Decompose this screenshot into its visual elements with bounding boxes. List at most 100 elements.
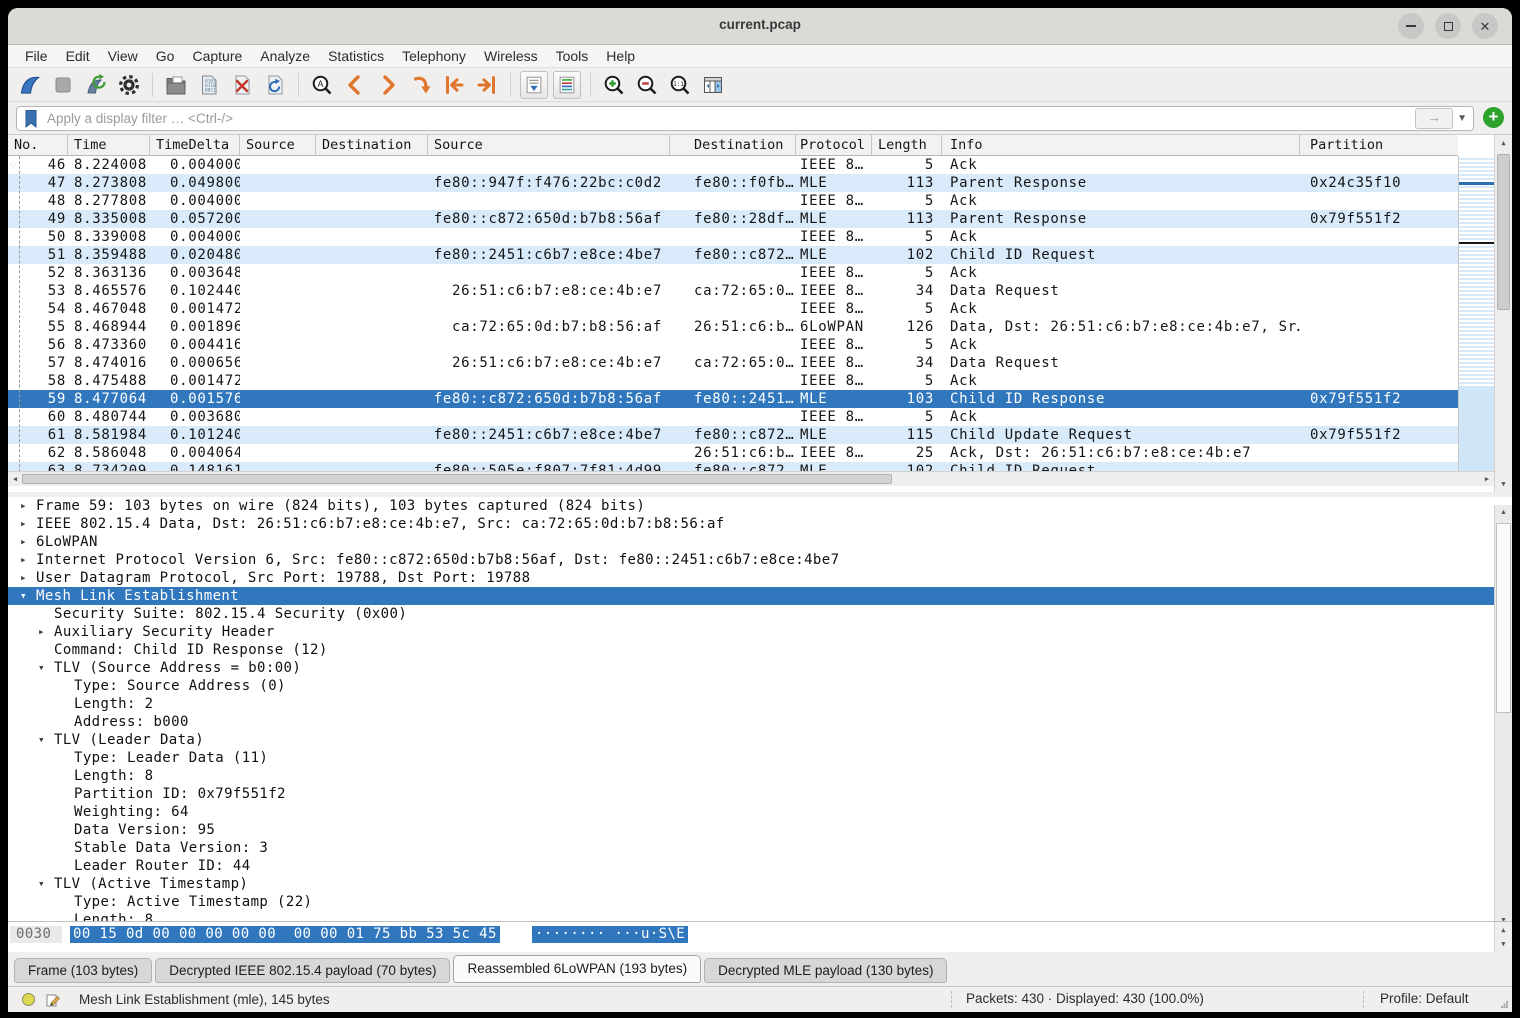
detail-line[interactable]: ▸ Auxiliary Security Header (8, 623, 1512, 641)
packet-row[interactable]: 62 8.586048 0.004064 26:51:c6:b… IEEE 8…… (8, 444, 1458, 462)
scrollbar-thumb[interactable] (22, 474, 892, 484)
scroll-down-arrow[interactable]: ▼ (1495, 936, 1512, 952)
expand-arrow-icon[interactable]: ▾ (20, 587, 34, 605)
auto-scroll-button[interactable] (520, 71, 548, 99)
minimize-button[interactable] (1398, 13, 1424, 39)
detail-line[interactable]: Type: Source Address (0) (8, 677, 1512, 695)
save-file-button[interactable]: 010101100011 (195, 71, 223, 99)
bytes-tab[interactable]: Decrypted IEEE 802.15.4 payload (70 byte… (155, 958, 450, 983)
scroll-left-arrow[interactable]: ◀ (8, 473, 22, 486)
menu-item[interactable]: Telephony (393, 45, 475, 67)
packet-row[interactable]: 52 8.363136 0.003648 IEEE 8… 5 Ack (8, 264, 1458, 282)
column-header[interactable]: Info (942, 135, 1300, 155)
close-file-button[interactable] (228, 71, 256, 99)
hex-bytes-selected[interactable]: 00 15 0d 00 00 00 00 00 00 00 01 75 bb 5… (70, 926, 500, 943)
zoom-in-button[interactable] (600, 71, 628, 99)
detail-line[interactable]: Partition ID: 0x79f551f2 (8, 785, 1512, 803)
packet-row[interactable]: 49 8.335008 0.057200 fe80::c872:650d:b7b… (8, 210, 1458, 228)
expand-arrow-icon[interactable]: ▾ (38, 731, 52, 749)
filter-dropdown-caret[interactable]: ▼ (1457, 113, 1467, 124)
expand-arrow-icon[interactable]: ▸ (20, 551, 34, 569)
scroll-up-arrow[interactable]: ▲ (1495, 135, 1512, 151)
reload-file-button[interactable] (261, 71, 289, 99)
menu-item[interactable]: Capture (183, 45, 251, 67)
last-packet-button[interactable] (473, 71, 501, 99)
scrollbar-thumb[interactable] (1496, 523, 1511, 713)
capture-comment-icon[interactable] (45, 992, 61, 1008)
detail-line[interactable]: Command: Child ID Response (12) (8, 641, 1512, 659)
bytes-tab[interactable]: Decrypted MLE payload (130 bytes) (704, 958, 947, 983)
detail-line[interactable]: Address: b000 (8, 713, 1512, 731)
menu-item[interactable]: Wireless (475, 45, 547, 67)
packet-row[interactable]: 60 8.480744 0.003680 IEEE 8… 5 Ack (8, 408, 1458, 426)
find-packet-button[interactable]: A (308, 71, 336, 99)
detail-line[interactable]: Type: Active Timestamp (22) (8, 893, 1512, 911)
scrollbar-thumb[interactable] (1497, 154, 1510, 310)
expand-arrow-icon[interactable]: ▸ (20, 497, 34, 515)
column-header[interactable]: Source (240, 135, 316, 155)
expert-info-icon[interactable] (22, 993, 35, 1006)
detail-line[interactable]: ▾ TLV (Active Timestamp) (8, 875, 1512, 893)
resize-columns-button[interactable] (699, 71, 727, 99)
maximize-button[interactable] (1435, 13, 1461, 39)
packet-row[interactable]: 53 8.465576 0.102440 26:51:c6:b7:e8:ce:4… (8, 282, 1458, 300)
go-back-button[interactable] (341, 71, 369, 99)
stop-capture-button[interactable] (49, 71, 77, 99)
packet-list-vertical-scrollbar[interactable]: ▲ ▼ (1494, 135, 1512, 492)
expand-arrow-icon[interactable]: ▾ (38, 875, 52, 893)
packet-row[interactable]: 48 8.277808 0.004000 IEEE 8… 5 Ack (8, 192, 1458, 210)
detail-line[interactable]: ▸ Internet Protocol Version 6, Src: fe80… (8, 551, 1512, 569)
detail-line[interactable]: ▸ 6LoWPAN (8, 533, 1512, 551)
column-header[interactable]: TimeDelta (150, 135, 240, 155)
zoom-original-button[interactable]: 1:1 (666, 71, 694, 99)
detail-line[interactable]: ▾ TLV (Leader Data) (8, 731, 1512, 749)
open-file-button[interactable] (162, 71, 190, 99)
expand-arrow-icon[interactable]: ▸ (38, 623, 52, 641)
close-button[interactable]: ✕ (1472, 13, 1498, 39)
packet-row[interactable]: 50 8.339008 0.004000 IEEE 8… 5 Ack (8, 228, 1458, 246)
packet-row[interactable]: ◆ 59 8.477064 0.001576 fe80::c872:650d:b… (8, 390, 1458, 408)
display-filter-input[interactable]: Apply a display filter … <Ctrl-/> → ▼ (16, 106, 1474, 131)
detail-line[interactable]: ▸ IEEE 802.15.4 Data, Dst: 26:51:c6:b7:e… (8, 515, 1512, 533)
hex-ascii-selected[interactable]: ········ ···u·S\E (532, 926, 688, 943)
column-header[interactable]: Destination (670, 135, 796, 155)
packet-row[interactable]: 58 8.475488 0.001472 IEEE 8… 5 Ack (8, 372, 1458, 390)
detail-line[interactable]: Length: 8 (8, 767, 1512, 785)
first-packet-button[interactable] (440, 71, 468, 99)
column-header[interactable]: Partition (1300, 135, 1458, 155)
detail-line[interactable]: Stable Data Version: 3 (8, 839, 1512, 857)
column-header[interactable]: Time (68, 135, 150, 155)
status-profile[interactable]: Profile: Default (1380, 991, 1469, 1006)
column-header[interactable]: Source (428, 135, 670, 155)
restart-capture-button[interactable] (82, 71, 110, 99)
packet-row[interactable]: 54 8.467048 0.001472 IEEE 8… 5 Ack (8, 300, 1458, 318)
expand-arrow-icon[interactable]: ▸ (20, 569, 34, 587)
detail-line[interactable]: Length: 8 (8, 911, 1512, 921)
bookmark-icon[interactable] (21, 108, 41, 130)
packet-row[interactable]: 61 8.581984 0.101240 fe80::2451:c6b7:e8c… (8, 426, 1458, 444)
detail-line[interactable]: ▾ Mesh Link Establishment (8, 587, 1512, 605)
detail-line[interactable]: Data Version: 95 (8, 821, 1512, 839)
bytes-tab[interactable]: Frame (103 bytes) (14, 958, 152, 983)
detail-line[interactable]: ▸ User Datagram Protocol, Src Port: 1978… (8, 569, 1512, 587)
detail-line[interactable]: Security Suite: 802.15.4 Security (0x00) (8, 605, 1512, 623)
detail-line[interactable]: Length: 2 (8, 695, 1512, 713)
packet-row[interactable]: 46 8.224008 0.004000 IEEE 8… 5 Ack (8, 156, 1458, 174)
packet-row[interactable]: 51 8.359488 0.020480 fe80::2451:c6b7:e8c… (8, 246, 1458, 264)
detail-line[interactable]: Weighting: 64 (8, 803, 1512, 821)
menu-item[interactable]: Go (147, 45, 184, 67)
detail-line[interactable]: Type: Leader Data (11) (8, 749, 1512, 767)
zoom-out-button[interactable] (633, 71, 661, 99)
detail-line[interactable]: Leader Router ID: 44 (8, 857, 1512, 875)
packet-row[interactable]: 57 8.474016 0.000656 26:51:c6:b7:e8:ce:4… (8, 354, 1458, 372)
title-bar[interactable]: current.pcap ✕ (8, 8, 1512, 45)
go-to-packet-button[interactable] (407, 71, 435, 99)
column-header[interactable]: Length (872, 135, 942, 155)
add-filter-button[interactable]: + (1483, 107, 1504, 128)
packet-list-horizontal-scrollbar[interactable]: ◀ ▶ (8, 471, 1494, 486)
expand-arrow-icon[interactable]: ▸ (20, 515, 34, 533)
detail-line[interactable]: ▾ TLV (Source Address = b0:00) (8, 659, 1512, 677)
packet-row[interactable]: 56 8.473360 0.004416 IEEE 8… 5 Ack (8, 336, 1458, 354)
bytes-vertical-scrollbar[interactable]: ▲ ▼ (1494, 922, 1512, 952)
packet-row[interactable]: 47 8.273808 0.049800 fe80::947f:f476:22b… (8, 174, 1458, 192)
